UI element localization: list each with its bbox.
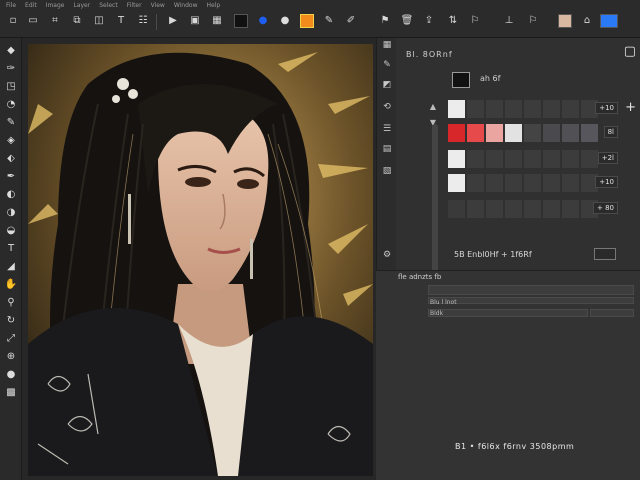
row-1-value: +10 xyxy=(595,102,618,114)
sort-icon[interactable]: ⇅ xyxy=(446,14,460,28)
blue-drop-icon[interactable]: ● xyxy=(256,14,270,28)
move-icon[interactable]: ▶ xyxy=(166,14,180,28)
menu-image[interactable]: Image xyxy=(46,2,65,9)
orange-swatch[interactable] xyxy=(300,14,314,28)
export-icon[interactable]: ⧉ xyxy=(70,14,84,28)
menu-window[interactable]: Window xyxy=(174,2,198,9)
image-icon[interactable]: ◫ xyxy=(92,14,106,28)
shape-settings-icon[interactable]: ◩ xyxy=(380,80,394,92)
eyedropper-icon[interactable]: ✑ xyxy=(3,62,19,76)
pin-icon[interactable]: ⊥ xyxy=(502,14,516,28)
footer-text: 5B Enbl0Hf + 1f6Rf xyxy=(454,250,532,259)
panel-tab-icon[interactable]: ▦ xyxy=(380,40,394,52)
portrait-illustration xyxy=(28,44,373,476)
panel-icon-strip: ▦ ✎ ◩ ⟲ ☰ ▤ ▧ ⚙ xyxy=(376,38,396,278)
marquee-icon[interactable]: ◳ xyxy=(3,80,19,94)
flag-icon[interactable]: ⚐ xyxy=(468,14,482,28)
pen-icon[interactable]: ✎ xyxy=(322,14,336,28)
brush-icon[interactable]: ✐ xyxy=(344,14,358,28)
menu-edit[interactable]: Edit xyxy=(25,2,37,9)
crop-icon[interactable]: ⌗ xyxy=(48,14,62,28)
library-icon[interactable]: ▧ xyxy=(380,166,394,178)
drop-icon[interactable]: ● xyxy=(3,368,19,382)
home-icon[interactable]: ⌂ xyxy=(580,14,594,28)
open-icon[interactable]: ▭ xyxy=(26,14,40,28)
menu-view[interactable]: View xyxy=(151,2,165,9)
row-2-value: 8l xyxy=(603,126,618,138)
arrow-up-icon[interactable]: ▲ xyxy=(428,102,438,111)
swatches-icon[interactable]: ▤ xyxy=(380,144,394,156)
layers-panel-title: fle adnzts fb xyxy=(398,273,442,281)
row-4-value: +10 xyxy=(595,176,618,188)
frame-icon[interactable]: ▣ xyxy=(188,14,202,28)
color-panel-footer: 5B Enbl0Hf + 1f6Rf xyxy=(402,248,636,264)
properties-icon[interactable]: ☰ xyxy=(380,124,394,136)
artwork-image xyxy=(28,44,373,476)
gradient-icon[interactable]: ◐ xyxy=(3,188,19,202)
grid-icon[interactable]: ▦ xyxy=(210,14,224,28)
canvas-area[interactable] xyxy=(22,38,376,480)
brush-settings-icon[interactable]: ✎ xyxy=(380,60,394,72)
mask-icon[interactable]: ▩ xyxy=(3,386,19,400)
paint-bucket-icon[interactable]: ◆ xyxy=(3,44,19,58)
swatch-row-4[interactable] xyxy=(448,174,620,192)
rotate-icon[interactable]: ↻ xyxy=(3,314,19,328)
hand-icon[interactable]: ✋ xyxy=(3,278,19,292)
text-icon[interactable]: T xyxy=(114,14,128,28)
color-panel: Bl. 8ORnf ▢ ah 6f ▲ ▼ +10 + 8l +2l +10 +… xyxy=(396,38,640,284)
swatch-row-2[interactable] xyxy=(448,124,620,142)
bookmark-icon[interactable]: ⚑ xyxy=(378,14,392,28)
share-icon[interactable]: ⇪ xyxy=(422,14,436,28)
trash-icon[interactable]: 🗑 xyxy=(400,14,414,28)
menu-help[interactable]: Help xyxy=(207,2,221,9)
row-5-value: + 80 xyxy=(593,202,618,214)
layer-label: Bldk xyxy=(430,310,444,317)
swatch-row-3[interactable] xyxy=(448,150,620,168)
options-bar: ▫ ▭ ⌗ ⧉ ◫ T ☷ ▶ ▣ ▦ ● ● ✎ ✐ ⚑ 🗑 ⇪ ⇅ ⚐ ⊥ … xyxy=(0,12,640,34)
zoom-icon[interactable]: ⚲ xyxy=(3,296,19,310)
brush-tool-icon[interactable]: ✎ xyxy=(3,116,19,130)
panel-menu-icon[interactable]: ▢ xyxy=(624,44,636,59)
blur-icon[interactable]: ◑ xyxy=(3,206,19,220)
swatch-row-1[interactable] xyxy=(448,100,620,118)
panel-toggle-icon[interactable] xyxy=(594,248,616,260)
layer-row[interactable] xyxy=(428,309,588,317)
dodge-icon[interactable]: ◒ xyxy=(3,224,19,238)
shape-icon[interactable]: ◢ xyxy=(3,260,19,274)
settings-icon[interactable]: ⚙ xyxy=(380,250,394,262)
black-swatch[interactable] xyxy=(234,14,248,28)
history-icon[interactable]: ⟲ xyxy=(380,102,394,114)
layer-row[interactable] xyxy=(428,285,634,295)
tool-palette: ◆ ✑ ◳ ◔ ✎ ◈ ⬖ ✒ ◐ ◑ ◒ T ◢ ✋ ⚲ ↻ ⤢ ⊕ ● ▩ xyxy=(0,38,22,480)
color-mode-label: ah 6f xyxy=(480,74,501,83)
avatar[interactable] xyxy=(558,14,572,28)
lasso-icon[interactable]: ◔ xyxy=(3,98,19,112)
layer-label: Blu l lnot xyxy=(430,299,457,306)
menu-layer[interactable]: Layer xyxy=(73,2,90,9)
text-tool-icon[interactable]: T xyxy=(3,242,19,256)
row-3-value: +2l xyxy=(597,152,618,164)
status-bar-text: B1 • f6l6x f6rnv 3508pmm xyxy=(455,442,575,451)
flag2-icon[interactable]: ⚐ xyxy=(526,14,540,28)
layers-icon[interactable]: ☷ xyxy=(136,14,150,28)
layer-opacity-field[interactable] xyxy=(590,309,634,317)
divider xyxy=(156,14,157,30)
dark-drop-icon[interactable]: ● xyxy=(278,14,292,28)
add-swatch-icon[interactable]: + xyxy=(625,100,636,115)
clone-icon[interactable]: ⊕ xyxy=(3,350,19,364)
pen-tool-icon[interactable]: ✒ xyxy=(3,170,19,184)
new-icon[interactable]: ▫ xyxy=(6,14,20,28)
transform-icon[interactable]: ⤢ xyxy=(3,332,19,346)
smudge-icon[interactable]: ⬖ xyxy=(3,152,19,166)
eraser-icon[interactable]: ◈ xyxy=(3,134,19,148)
foreground-color-chip[interactable] xyxy=(452,72,470,88)
top-toolbar: File Edit Image Layer Select Filter View… xyxy=(0,0,640,38)
menu-file[interactable]: File xyxy=(6,2,16,9)
menu-bar: File Edit Image Layer Select Filter View… xyxy=(0,0,640,10)
app-icon[interactable] xyxy=(600,14,618,28)
layer-row[interactable] xyxy=(428,297,634,304)
panel-title: Bl. 8ORnf xyxy=(406,50,453,59)
menu-select[interactable]: Select xyxy=(99,2,118,9)
menu-filter[interactable]: Filter xyxy=(127,2,142,9)
